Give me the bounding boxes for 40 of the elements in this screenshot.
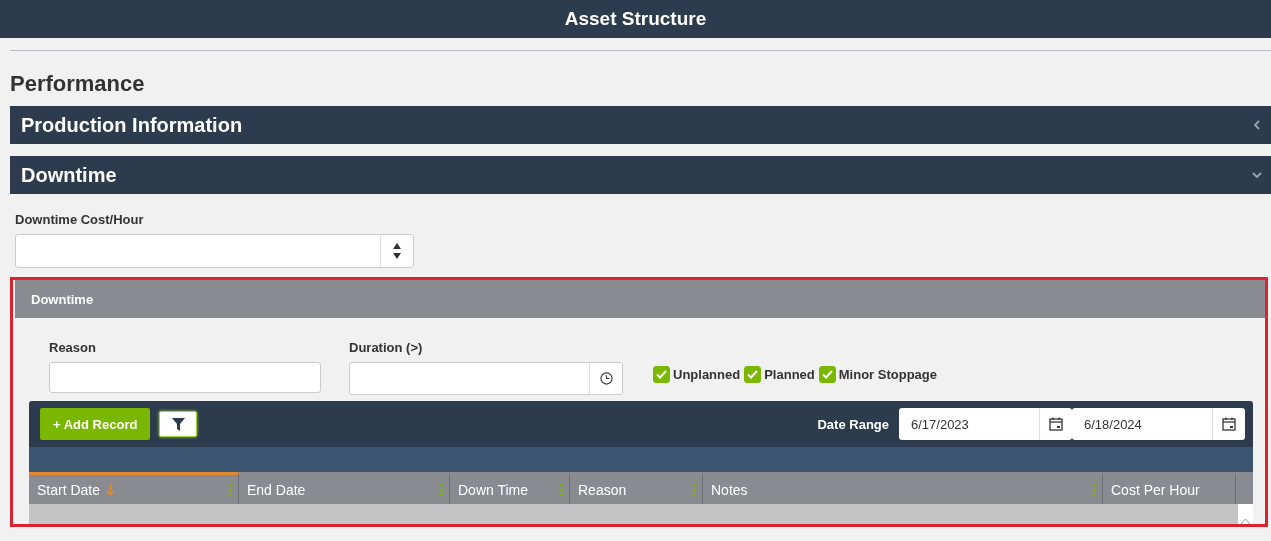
checkbox[interactable]	[653, 366, 670, 383]
date-range-label: Date Range	[817, 416, 889, 432]
column-menu-icon[interactable]	[440, 482, 443, 497]
reason-field[interactable]	[49, 362, 321, 393]
section-heading: Performance	[10, 71, 146, 98]
column-menu-icon[interactable]	[229, 482, 232, 497]
checkbox[interactable]	[744, 366, 762, 383]
field-label: Duration (>)	[349, 340, 424, 355]
accordion-header[interactable]: Downtime	[10, 156, 1271, 194]
field-label: Reason	[49, 340, 97, 355]
column-menu-icon[interactable]	[560, 482, 563, 497]
field-label: Downtime Cost/Hour	[15, 212, 145, 227]
calendar-icon[interactable]	[1049, 417, 1063, 431]
number-field[interactable]	[15, 234, 414, 268]
filter-icon	[171, 417, 185, 431]
accordion-header[interactable]: Production Information	[10, 106, 1271, 144]
date-field[interactable]: 6/18/2024	[1072, 408, 1245, 440]
checkbox[interactable]	[818, 366, 836, 383]
sort-down-icon	[106, 483, 116, 496]
checkmark-icon	[821, 370, 833, 379]
date-field[interactable]: 6/17/2023	[899, 408, 1072, 440]
clock-icon[interactable]	[599, 372, 613, 385]
checkbox-label: Unplanned	[673, 367, 741, 382]
duration-field[interactable]	[349, 362, 623, 395]
checkmark-icon	[656, 370, 667, 379]
chevron-left-icon	[1251, 119, 1263, 131]
checkbox-label: Minor Stoppage	[838, 367, 937, 382]
checkbox-label: Planned	[764, 367, 815, 382]
up-arrow-icon[interactable]	[393, 243, 401, 249]
column-menu-icon[interactable]	[1093, 482, 1096, 497]
scroll-up-icon[interactable]	[1241, 518, 1250, 524]
column-menu-icon[interactable]	[693, 482, 696, 497]
checkmark-icon	[747, 370, 759, 379]
add-record-button[interactable]: + Add Record	[40, 408, 151, 440]
calendar-icon[interactable]	[1222, 417, 1236, 431]
panel-header: Downtime	[13, 280, 1265, 318]
down-arrow-icon[interactable]	[393, 253, 401, 259]
page-title: Asset Structure	[0, 0, 1271, 38]
filter-button[interactable]	[159, 411, 198, 437]
chevron-down-icon	[1251, 169, 1263, 181]
